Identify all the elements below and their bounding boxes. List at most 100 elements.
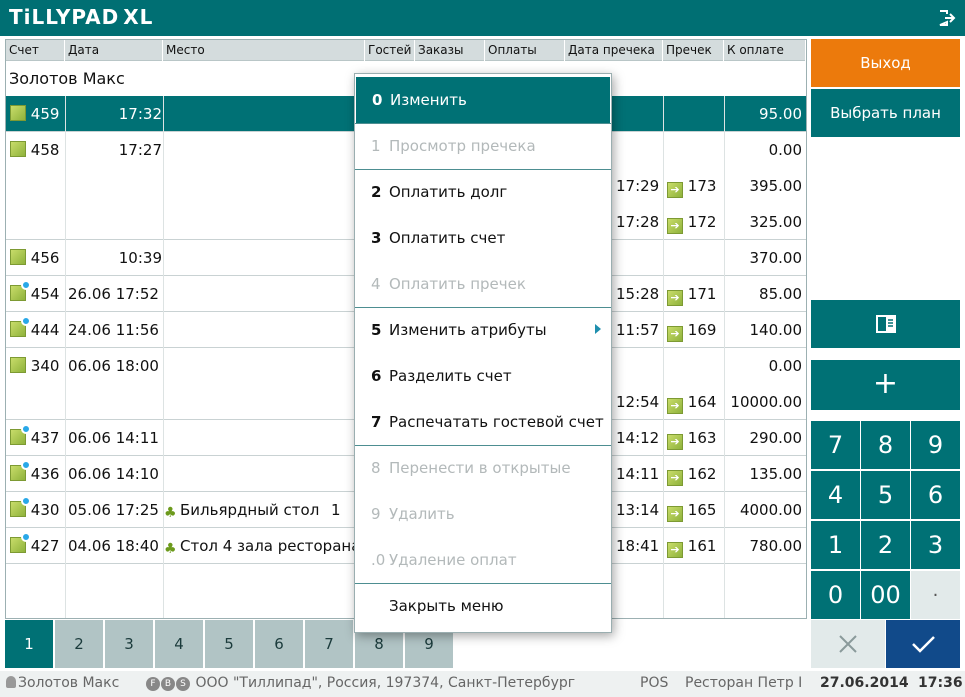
precheck-date-cell: 14:11 bbox=[616, 465, 660, 483]
precheck-number: 163 bbox=[687, 429, 717, 447]
keypad-key[interactable]: 5 bbox=[861, 471, 910, 519]
precheck-number: 161 bbox=[687, 537, 717, 555]
date-cell bbox=[68, 384, 162, 420]
precheck-date-cell: 13:14 bbox=[616, 501, 660, 519]
menu-item: 1 Просмотр пречека bbox=[355, 123, 611, 169]
column-header[interactable]: Место bbox=[163, 40, 365, 61]
tab-page-3[interactable]: 3 bbox=[105, 620, 154, 668]
tab-page-2[interactable]: 2 bbox=[55, 620, 104, 668]
keypad-key[interactable]: 4 bbox=[811, 471, 860, 519]
keypad-key[interactable]: 2 bbox=[861, 521, 910, 569]
account-icon bbox=[10, 460, 31, 481]
account-cell: 454 bbox=[10, 276, 64, 312]
menu-item[interactable]: 7 Распечатать гостевой счет bbox=[355, 399, 611, 445]
account-cell bbox=[10, 204, 64, 240]
keypad-key[interactable]: . bbox=[911, 571, 960, 619]
account-cell bbox=[10, 168, 64, 204]
menu-item-label: Разделить счет bbox=[389, 367, 512, 385]
add-button[interactable]: + bbox=[811, 360, 960, 410]
column-header[interactable]: Счет bbox=[6, 40, 65, 61]
account-cell: 444 bbox=[10, 312, 64, 348]
column-divider bbox=[663, 96, 664, 618]
keypad-key[interactable]: 8 bbox=[861, 421, 910, 469]
tab-page-1[interactable]: 1 bbox=[5, 620, 54, 668]
keypad-key[interactable]: 00 bbox=[861, 571, 910, 619]
tab-page-6[interactable]: 6 bbox=[255, 620, 304, 668]
column-divider bbox=[163, 96, 164, 618]
tab-page-5[interactable]: 5 bbox=[205, 620, 254, 668]
precheck-cell: ➔ 164 bbox=[667, 384, 723, 420]
keypad-key[interactable]: 9 bbox=[911, 421, 960, 469]
column-header[interactable]: Оплаты bbox=[485, 40, 565, 61]
menu-item[interactable]: 6 Разделить счет bbox=[355, 353, 611, 399]
precheck-cell: ➔ 172 bbox=[667, 204, 723, 240]
date-cell: 06.06 14:11 bbox=[68, 429, 159, 447]
status-bar: Золотов Макс FBS ООО "Тиллипад", Россия,… bbox=[0, 671, 965, 697]
status-org-name: ООО "Тиллипад", Россия, 197374, Санкт-Пе… bbox=[195, 675, 576, 691]
confirm-button[interactable] bbox=[886, 620, 960, 668]
keypad-key[interactable]: 1 bbox=[811, 521, 860, 569]
tab-page-7[interactable]: 7 bbox=[305, 620, 354, 668]
column-header[interactable]: Дата bbox=[65, 40, 163, 61]
amount-cell: 140.00 bbox=[749, 321, 803, 339]
status-restaurant: Ресторан Петр I bbox=[685, 675, 803, 691]
account-icon bbox=[10, 496, 31, 517]
column-header[interactable]: Дата пречека bbox=[565, 40, 663, 61]
guests-cell bbox=[331, 132, 346, 168]
account-icon bbox=[10, 424, 31, 445]
menu-item-label: Оплатить долг bbox=[389, 183, 508, 201]
menu-item-label: Оплатить пречек bbox=[389, 275, 526, 293]
account-number: 454 bbox=[30, 285, 60, 303]
account-number: 459 bbox=[30, 105, 60, 123]
status-mode: POS bbox=[640, 675, 669, 691]
keypad-key[interactable]: 6 bbox=[911, 471, 960, 519]
menu-item-label: Удаление оплат bbox=[389, 551, 517, 569]
column-header[interactable]: К оплате bbox=[724, 40, 806, 61]
menu-item-key: 0 bbox=[372, 91, 383, 109]
account-cell bbox=[10, 384, 64, 420]
column-header[interactable]: Пречек bbox=[663, 40, 724, 61]
column-header[interactable]: Заказы bbox=[415, 40, 485, 61]
book-view-button[interactable] bbox=[811, 300, 960, 348]
tab-page-4[interactable]: 4 bbox=[155, 620, 204, 668]
select-plan-button[interactable]: Выбрать план bbox=[811, 89, 960, 137]
exit-button[interactable]: Выход bbox=[811, 39, 960, 87]
date-cell bbox=[68, 168, 162, 204]
precheck-number: 164 bbox=[687, 393, 717, 411]
date-cell bbox=[68, 204, 162, 240]
menu-item[interactable]: 5 Изменить атрибуты bbox=[355, 307, 611, 353]
amount-cell: 0.00 bbox=[768, 141, 802, 159]
precheck-arrow-icon: ➔ bbox=[667, 290, 683, 306]
precheck-cell: ➔ 163 bbox=[667, 420, 723, 456]
precheck-number: 165 bbox=[687, 501, 717, 519]
precheck-date-cell bbox=[616, 132, 664, 168]
precheck-cell: ➔ 162 bbox=[667, 456, 723, 492]
logout-icon[interactable] bbox=[937, 8, 957, 28]
menu-item[interactable]: 2 Оплатить долг bbox=[355, 169, 611, 215]
menu-item[interactable]: 3 Оплатить счет bbox=[355, 215, 611, 261]
keypad-key[interactable]: 3 bbox=[911, 521, 960, 569]
account-cell: 427 bbox=[10, 528, 64, 564]
account-number: 458 bbox=[30, 141, 60, 159]
menu-item-label: Изменить bbox=[390, 91, 467, 109]
menu-item[interactable]: Закрыть меню bbox=[355, 583, 611, 629]
guests-cell bbox=[331, 348, 346, 384]
pos-app-window: TiLLYPAD XL Счет Дата Место Гостей Заказы… bbox=[0, 0, 965, 697]
cancel-button[interactable] bbox=[811, 620, 885, 668]
amount-cell: 325.00 bbox=[749, 213, 803, 231]
column-divider bbox=[65, 96, 66, 618]
keypad-key[interactable]: 7 bbox=[811, 421, 860, 469]
guests-cell bbox=[331, 168, 346, 204]
status-time: 17:36 bbox=[918, 675, 963, 691]
precheck-number: 162 bbox=[687, 465, 717, 483]
menu-item[interactable]: 0 Изменить bbox=[356, 77, 610, 123]
amount-cell: 95.00 bbox=[759, 105, 802, 123]
precheck-cell: ➔ 173 bbox=[667, 168, 723, 204]
table-icon: ♣ bbox=[164, 541, 177, 557]
keypad-key[interactable]: 0 bbox=[811, 571, 860, 619]
guests-cell bbox=[331, 456, 346, 492]
column-header[interactable]: Гостей bbox=[365, 40, 415, 61]
info-dot-icon bbox=[21, 424, 31, 434]
precheck-date-cell: 17:28 bbox=[616, 213, 660, 231]
menu-item-key: 5 bbox=[371, 321, 382, 339]
